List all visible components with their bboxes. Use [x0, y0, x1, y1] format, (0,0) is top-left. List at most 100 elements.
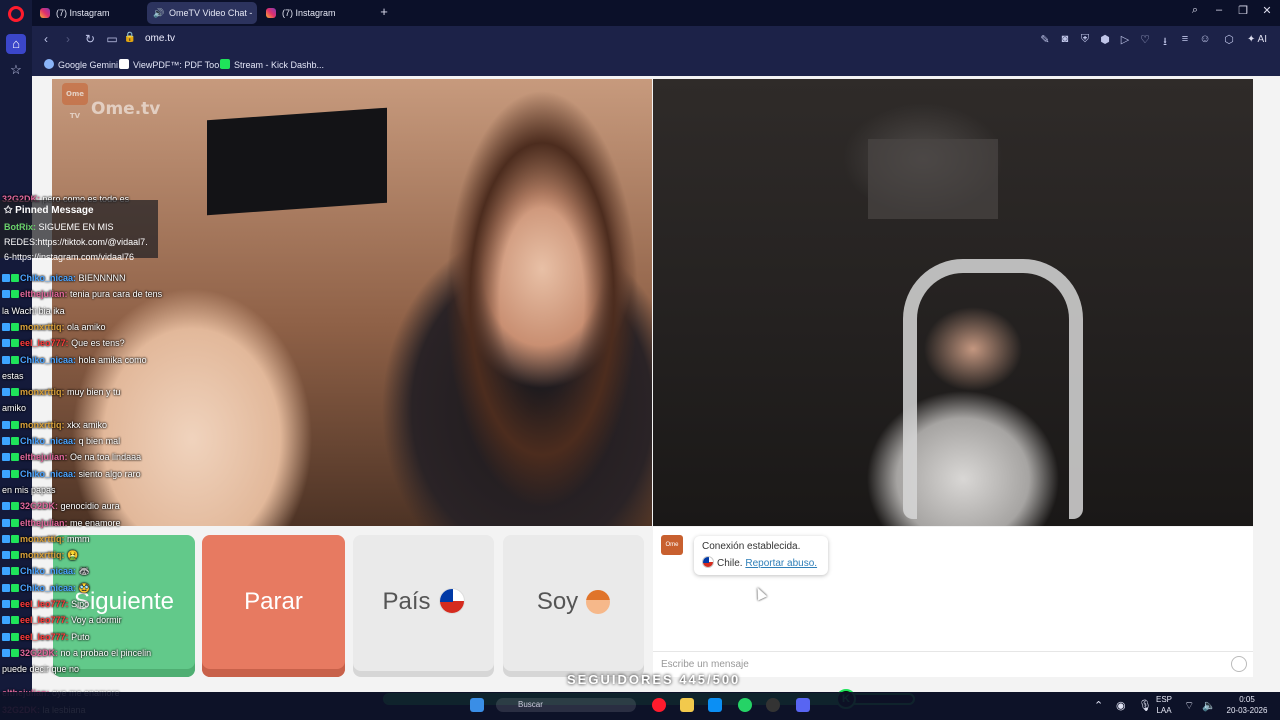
tab-label: (7) Instagram: [282, 8, 336, 18]
chile-flag-icon: [702, 556, 714, 568]
search-tabs-icon[interactable]: ⌕: [1186, 4, 1204, 17]
clock-date: 20-03-2026: [1226, 706, 1268, 715]
address-bar: ‹ › ↻ ▭ 🔒 ome.tv ✎ ◙ ⛨ ⬢ ▷ ♡ ⭳ ≡ ☺ ⬡ ✦ A…: [32, 26, 1280, 54]
extension-icon[interactable]: ⬢: [1098, 33, 1112, 46]
self-video: [653, 79, 1253, 526]
chile-flag-icon: [438, 588, 465, 614]
country-button[interactable]: País: [353, 535, 494, 677]
ometv-page: Ome TV Ome.tv Siguiente Parar País Soy Om…: [32, 76, 1280, 692]
lang-code: ESP: [1156, 695, 1173, 704]
new-tab-button[interactable]: +: [376, 4, 392, 20]
boy-face-icon: [586, 590, 611, 614]
taskbar-search[interactable]: Buscar: [496, 698, 636, 712]
ai-button[interactable]: ✦ AI: [1242, 31, 1272, 49]
tab-label: OmeTV Video Chat -: [169, 8, 253, 18]
menu-icon[interactable]: ≡: [1178, 33, 1192, 45]
emoji-icon[interactable]: [1231, 656, 1247, 672]
wifi-icon[interactable]: ⌔: [1184, 699, 1194, 713]
instagram-icon: [266, 8, 276, 18]
ometv-chat-icon: Ome TV: [661, 535, 683, 568]
download-icon[interactable]: ⭳: [1158, 33, 1172, 52]
close-button[interactable]: ✕: [1258, 4, 1276, 17]
speaker-icon: 🔊: [153, 8, 165, 18]
camera-icon[interactable]: ◙: [1058, 33, 1072, 45]
edit-icon[interactable]: ✎: [1038, 33, 1052, 46]
forward-icon[interactable]: ›: [60, 32, 76, 46]
country-line: Chile. Reportar abuso.: [702, 556, 820, 569]
store-taskbar-icon[interactable]: [708, 698, 722, 712]
home-icon[interactable]: ⌂: [6, 34, 26, 54]
system-message: Conexión establecida. Chile. Reportar ab…: [694, 536, 828, 575]
bookmark-kick[interactable]: Stream - Kick Dashb...: [220, 59, 324, 70]
discord-taskbar-icon[interactable]: [796, 698, 810, 712]
shield-icon[interactable]: ⛨: [1078, 33, 1092, 46]
app-tray-icon[interactable]: ◉: [1116, 699, 1126, 712]
tab-snapshot-icon[interactable]: ▭: [104, 32, 120, 46]
tv-in-background: [207, 107, 387, 216]
play-icon[interactable]: ▷: [1118, 33, 1132, 46]
bookmarks-bar: Google Gemini ViewPDF™: PDF Too... Strea…: [32, 54, 1280, 76]
whatsapp-taskbar-icon[interactable]: [738, 698, 752, 712]
report-abuse-link[interactable]: Reportar abuso.: [745, 558, 817, 569]
gender-button[interactable]: Soy: [503, 535, 644, 677]
windows-start-icon[interactable]: [470, 698, 484, 712]
kick-icon: [220, 59, 230, 69]
volume-icon[interactable]: 🔈: [1202, 699, 1216, 712]
search-label: Buscar: [518, 700, 543, 709]
message-input[interactable]: Escribe un mensaje: [653, 651, 1253, 677]
obs-taskbar-icon[interactable]: [766, 698, 780, 712]
page-scrollbar[interactable]: [1258, 76, 1280, 692]
explorer-taskbar-icon[interactable]: [680, 698, 694, 712]
next-button[interactable]: Siguiente: [53, 535, 195, 677]
partner-video: [52, 79, 652, 526]
cube-icon[interactable]: ⬡: [1222, 33, 1236, 46]
mouse-cursor-icon: [752, 585, 768, 601]
tab-bar: (7) Instagram 🔊 OmeTV Video Chat - (7) I…: [32, 0, 1280, 26]
star-icon[interactable]: ☆: [6, 60, 26, 80]
url-field[interactable]: ome.tv: [145, 33, 175, 44]
bookmark-label: ViewPDF™: PDF Too...: [133, 60, 227, 70]
pdf-icon: [119, 59, 129, 69]
instagram-icon: [40, 8, 50, 18]
ai-label: AI: [1257, 34, 1267, 45]
browser-sidebar: ⌂ ☆: [0, 0, 32, 692]
gemini-icon: [44, 59, 54, 69]
chevron-up-icon[interactable]: ⌃: [1094, 699, 1103, 712]
opera-logo[interactable]: [8, 6, 24, 22]
tab-instagram-1[interactable]: (7) Instagram: [34, 2, 144, 24]
tab-label: (7) Instagram: [56, 8, 110, 18]
clock[interactable]: 0:05 20-03-2026: [1218, 694, 1276, 716]
country-name: Chile.: [717, 558, 743, 569]
back-icon[interactable]: ‹: [38, 32, 54, 46]
reload-icon[interactable]: ↻: [82, 32, 98, 46]
country-label: País: [382, 588, 431, 615]
message-placeholder: Escribe un mensaje: [661, 659, 749, 670]
bookmark-label: Google Gemini: [58, 60, 119, 70]
lock-icon[interactable]: 🔒: [122, 32, 138, 43]
bookmark-label: Stream - Kick Dashb...: [234, 60, 325, 70]
tab-ometv[interactable]: 🔊 OmeTV Video Chat -: [147, 2, 257, 24]
language-indicator[interactable]: ESP LAA: [1156, 694, 1172, 716]
bookmark-viewpdf[interactable]: ViewPDF™: PDF Too...: [119, 59, 227, 70]
windows-taskbar: Buscar ⌃ ◉ 🎙 ESP LAA ⌔ 🔈 0:05 20-03-2026: [0, 692, 1280, 720]
microphone-icon[interactable]: 🎙: [1138, 699, 1152, 712]
minimize-button[interactable]: –: [1210, 4, 1228, 16]
bookmark-gemini[interactable]: Google Gemini: [44, 59, 118, 70]
lang-layout: LAA: [1156, 706, 1172, 715]
opera-taskbar-icon[interactable]: [652, 698, 666, 712]
connection-status: Conexión establecida.: [702, 541, 801, 552]
tab-instagram-2[interactable]: (7) Instagram: [260, 2, 370, 24]
person-hair: [422, 79, 652, 526]
stop-button[interactable]: Parar: [202, 535, 345, 677]
gaming-chair: [903, 259, 1083, 519]
gender-label: Soy: [536, 588, 579, 615]
heart-icon[interactable]: ♡: [1138, 33, 1152, 46]
screen: ⌂ ☆ (7) Instagram 🔊 OmeTV Video Chat - (…: [0, 0, 1280, 720]
maximize-button[interactable]: ❐: [1234, 4, 1252, 17]
chat-panel: Ome TV Conexión establecida. Chile. Repo…: [653, 527, 1253, 677]
tv-logo-icon: Ome TV: [62, 83, 88, 120]
profile-icon[interactable]: ☺: [1198, 33, 1212, 45]
followers-goal-label: SEGUIDORES 445/500: [567, 672, 741, 687]
projector-screen: [868, 139, 998, 219]
clock-time: 0:05: [1239, 695, 1255, 704]
